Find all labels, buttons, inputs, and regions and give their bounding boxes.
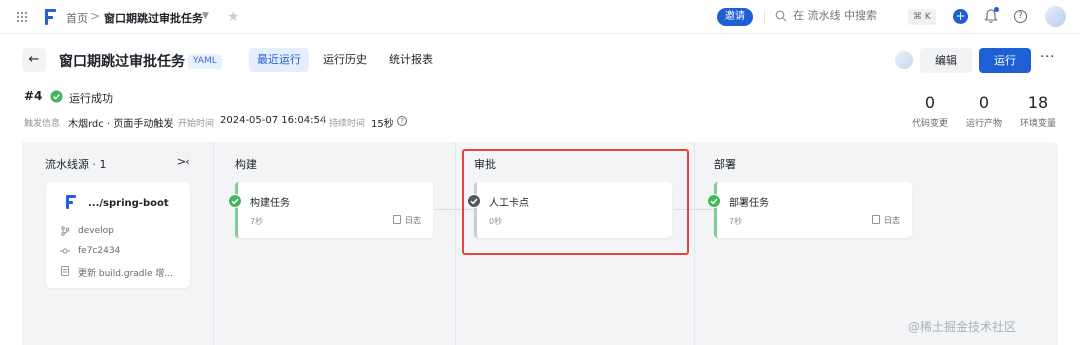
job-log-label: 日志: [884, 216, 900, 225]
trigger-value: 木烟rdc · 页面手动触发: [68, 119, 174, 130]
job-log-label: 日志: [405, 216, 421, 225]
user-avatar[interactable]: [1045, 6, 1066, 27]
code-change-label: 代码变更: [911, 119, 948, 129]
invite-button[interactable]: 邀请: [717, 8, 753, 26]
repo-name: .../spring-boot: [88, 198, 169, 209]
log-icon: [872, 215, 880, 224]
page-title: 窗口期跳过审批任务: [59, 54, 185, 70]
divider: [172, 114, 173, 126]
collapse-icon[interactable]: >‹: [177, 155, 190, 168]
tab-run-history[interactable]: 运行历史: [323, 48, 367, 72]
breadcrumb-home[interactable]: 首页: [66, 10, 88, 26]
trigger-label: 触发信息: [24, 119, 61, 129]
highlight-box: [462, 149, 689, 255]
create-button[interactable]: +: [953, 9, 968, 24]
commit-icon: [60, 248, 70, 254]
env-var-count[interactable]: 18: [1008, 93, 1068, 112]
tab-latest-run[interactable]: 最近运行: [249, 48, 309, 72]
divider: [764, 10, 765, 24]
repo-logo-icon: [66, 195, 76, 209]
duration-value: 15秒: [371, 119, 394, 130]
top-navbar: 首页 > 窗口期跳过审批任务 ▼ ★ 邀请 ⌘ K + ?: [0, 0, 1080, 34]
artifact-count[interactable]: 0: [954, 93, 1014, 112]
job-log-link[interactable]: 日志: [393, 215, 421, 226]
job-card-deploy[interactable]: 部署任务 7秒 日志: [707, 182, 912, 238]
run-button[interactable]: 运行: [979, 48, 1031, 73]
commit-message-icon: [61, 266, 69, 276]
source-title: 流水线源 · 1: [45, 158, 107, 171]
divider: [323, 114, 324, 126]
search-shortcut: ⌘ K: [908, 9, 936, 25]
app-grid-icon[interactable]: [16, 11, 28, 23]
back-button[interactable]: ←: [22, 48, 46, 72]
job-duration: 7秒: [729, 217, 743, 226]
commit-message: 更新 build.gradle 增...: [78, 269, 173, 279]
notification-dot: [994, 7, 999, 12]
run-number: #4: [24, 89, 43, 103]
search-icon[interactable]: [775, 10, 787, 22]
start-time-label: 开始时间: [178, 119, 215, 129]
duration-label: 持续时间: [329, 119, 366, 129]
commit-hash: fe7c2434: [78, 246, 121, 256]
star-icon[interactable]: ★: [227, 9, 240, 25]
job-duration: 7秒: [250, 217, 264, 226]
clock-icon[interactable]: ?: [397, 116, 407, 126]
stage-title-build: 构建: [235, 158, 257, 171]
yaml-badge[interactable]: YAML: [188, 54, 222, 69]
search-input[interactable]: [793, 9, 893, 22]
stage-divider: [694, 142, 695, 345]
chevron-down-icon[interactable]: ▼: [202, 11, 209, 21]
job-name: 构建任务: [250, 198, 290, 209]
start-time-value: 2024-05-07 16:04:54: [220, 115, 327, 126]
artifact-label: 运行产物: [965, 119, 1002, 129]
success-check-icon: [50, 90, 63, 103]
flow-logo-icon[interactable]: [42, 8, 58, 26]
edit-button[interactable]: 编辑: [920, 48, 972, 73]
success-check-icon: [707, 194, 721, 208]
run-status: 运行成功: [69, 92, 113, 105]
code-change-count[interactable]: 0: [900, 93, 960, 112]
pipeline-source-panel: 流水线源 · 1 >‹ .../spring-boot develop fe7c…: [22, 142, 214, 345]
breadcrumb-current[interactable]: 窗口期跳过审批任务: [104, 10, 203, 26]
stage-title-deploy: 部署: [714, 158, 736, 171]
branch-icon: [61, 226, 70, 236]
job-card-build[interactable]: 构建任务 7秒 日志: [228, 182, 433, 238]
job-log-link[interactable]: 日志: [872, 215, 900, 226]
source-card[interactable]: .../spring-boot develop fe7c2434 更新 buil…: [46, 182, 190, 288]
watermark: @稀土掘金技术社区: [908, 320, 1017, 334]
log-icon: [393, 215, 401, 224]
tab-statistics[interactable]: 统计报表: [389, 48, 433, 72]
branch-name: develop: [78, 226, 114, 236]
env-var-label: 环境变量: [1019, 119, 1056, 129]
stage-divider: [455, 142, 456, 345]
success-check-icon: [228, 194, 242, 208]
job-name: 部署任务: [729, 198, 769, 209]
more-options-icon[interactable]: ···: [1040, 50, 1055, 65]
collaborator-avatar[interactable]: [895, 51, 913, 69]
breadcrumb-separator: >: [90, 9, 101, 23]
help-icon[interactable]: ?: [1014, 10, 1027, 23]
